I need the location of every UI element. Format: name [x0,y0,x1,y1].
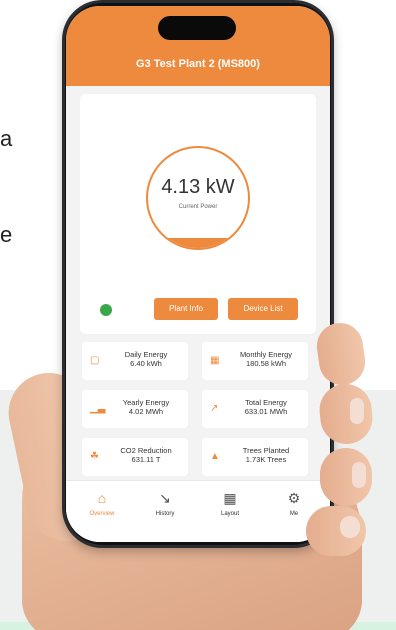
chart-icon: ↘ [159,490,171,506]
tab-history[interactable]: ↘ History [135,489,195,517]
settings-icon: ⚙ [287,490,301,506]
tree-icon: ▲ [210,451,220,462]
stat-value: 1.73K Trees [245,455,287,464]
stat-card-co2-reduction[interactable]: ☘ CO2 Reduction 631.11 T [82,438,188,476]
bar-chart-icon: ▁▃ [90,403,106,414]
calendar-icon: ▦ [210,355,220,366]
power-gauge: 4.13 kW Current Power [146,146,250,250]
stat-card-yearly-energy[interactable]: ▁▃ Yearly Energy 4.02 MWh [82,390,188,428]
stat-card-trees-planted[interactable]: ▲ Trees Planted 1.73K Trees [202,438,308,476]
stat-label: Yearly Energy [122,398,170,407]
stat-value: 4.02 MWh [128,407,164,416]
device-list-button[interactable]: Device List [228,298,298,320]
tab-label: Layout [220,511,239,517]
stat-value: 6.40 kWh [130,359,162,368]
power-gauge-fill [148,238,248,248]
cropped-text-e: e [0,222,13,247]
plant-info-button[interactable]: Plant Info [154,298,218,320]
stat-card-total-energy[interactable]: ↗ Total Energy 633.01 MWh [202,390,308,428]
stat-label: Trees Planted [242,446,290,455]
stat-value: 631.11 T [131,455,161,464]
stat-label: CO2 Reduction [120,446,172,455]
grid-icon: ▦ [223,490,237,506]
tab-overview[interactable]: ⌂ Overview [72,489,132,517]
cropped-text-a: a [0,126,13,151]
home-icon: ⌂ [97,490,107,506]
bottom-tab-bar: ⌂ Overview ↘ History ▦ Layout ⚙ Me [66,480,330,542]
fingernail [340,516,360,538]
leaf-icon: ☘ [90,451,99,462]
current-power-caption: Current Power [178,204,218,210]
stat-value: 180.58 kWh [245,359,287,368]
status-indicator [100,304,112,316]
stat-card-monthly-energy[interactable]: ▦ Monthly Energy 180.58 kWh [202,342,308,380]
product-photo: a e G3 Test Plant 2 (MS800) 4.13 kW Curr… [0,0,396,630]
page-title: G3 Test Plant 2 (MS800) [136,58,260,70]
tab-layout[interactable]: ▦ Layout [200,489,260,517]
tab-label: Overview [89,511,115,517]
stat-label: Total Energy [245,398,287,407]
fingernail [350,398,364,424]
trend-icon: ↗ [210,403,219,414]
tab-label: History [155,511,175,517]
stat-label: Monthly Energy [239,350,293,359]
stat-label: Daily Energy [124,350,168,359]
current-power-value: 4.13 kW [161,176,235,198]
stat-card-daily-energy[interactable]: ▢ Daily Energy 6.40 kWh [82,342,188,380]
app-screen: G3 Test Plant 2 (MS800) 4.13 kW Current … [66,6,330,542]
fingernail [352,462,366,488]
stat-value: 633.01 MWh [244,407,288,416]
dynamic-island [158,16,236,40]
calendar-icon: ▢ [90,355,100,366]
